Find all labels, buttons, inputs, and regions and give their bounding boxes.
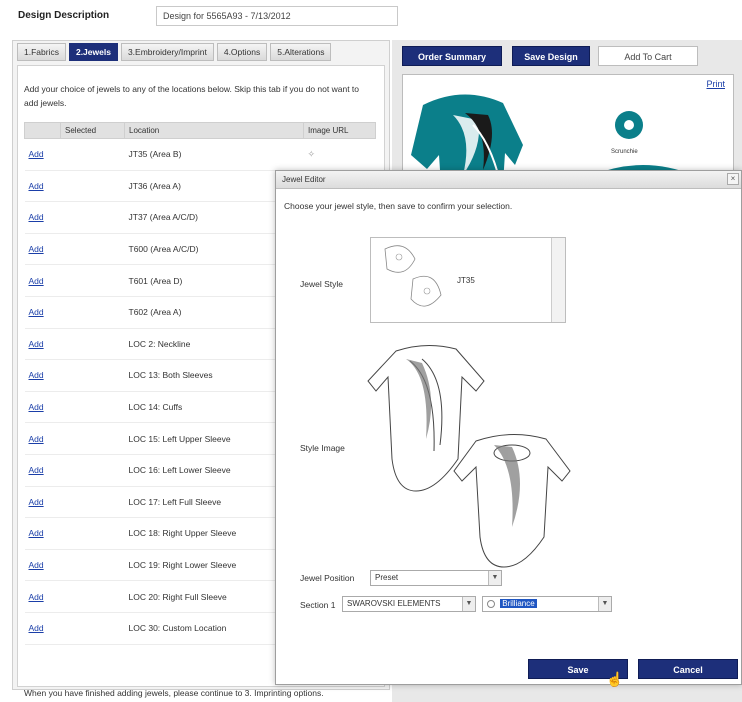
add-jewel-link[interactable]: Add [29,339,44,349]
jewel-position-select[interactable]: Preset ▼ [370,570,502,586]
selected-cell [60,264,125,297]
add-cell: Add [24,486,61,519]
stone-select[interactable]: Brilliance ▼ [482,596,612,612]
add-cell: Add [24,328,61,361]
chevron-down-icon: ▼ [598,597,611,611]
add-cell: Add [24,549,61,582]
jewel-position-label: Jewel Position [300,573,355,583]
tab-alterations[interactable]: 5.Alterations [270,43,332,61]
scrunchie-label: Scrunchie [611,149,638,155]
selected-cell [60,233,125,266]
image-url-cell: ✧ [303,138,376,171]
selected-cell [60,201,125,234]
tab-bar: 1.Fabrics 2.Jewels 3.Embroidery/Imprint … [17,43,332,63]
selected-cell [60,454,125,487]
save-design-button[interactable]: Save Design [512,46,590,66]
add-cell: Add [24,201,61,234]
selected-cell [60,359,125,392]
chevron-down-icon: ▼ [462,597,475,611]
column-header-action [24,122,61,139]
print-link[interactable]: Print [706,79,725,89]
section-label: Section 1 [300,600,336,610]
close-icon[interactable]: × [727,173,739,185]
gem-icon [487,599,495,608]
add-jewel-link[interactable]: Add [29,181,44,191]
selected-cell [60,549,125,582]
design-description-input[interactable]: Design for 5565A93 - 7/13/2012 [156,6,398,26]
table-header-row: Selected Location Image URL [24,122,376,139]
style-scrollbar[interactable] [551,238,565,322]
add-jewel-link[interactable]: Add [29,370,44,380]
selected-cell [60,422,125,455]
add-jewel-link[interactable]: Add [29,528,44,538]
jewel-style-label: Jewel Style [300,279,343,289]
modal-instructions: Choose your jewel style, then save to co… [284,201,513,211]
add-jewel-link[interactable]: Add [29,560,44,570]
jewel-style-thumbnail [384,245,442,307]
jewels-intro-text: Add your choice of jewels to any of the … [24,84,360,108]
add-jewel-link[interactable]: Add [29,434,44,444]
add-cell: Add [24,296,61,329]
location-cell: JT35 (Area B) [124,138,304,171]
add-jewel-link[interactable]: Add [29,276,44,286]
selected-cell [60,296,125,329]
order-summary-button[interactable]: Order Summary [402,46,502,66]
selected-cell [60,517,125,550]
add-jewel-link[interactable]: Add [29,623,44,633]
selected-cell [60,391,125,424]
jewel-style-selector[interactable]: JT35 [370,237,566,323]
add-cell: Add [24,264,61,297]
add-jewel-link[interactable]: Add [29,307,44,317]
column-header-image-url: Image URL [303,122,376,139]
add-cell: Add [24,517,61,550]
style-image-label: Style Image [300,443,345,453]
add-cell: Add [24,580,61,613]
add-jewel-link[interactable]: Add [29,149,44,159]
selected-cell [60,486,125,519]
add-cell: Add [24,422,61,455]
cancel-button[interactable]: Cancel [638,659,738,679]
add-jewel-link[interactable]: Add [29,592,44,602]
column-header-selected: Selected [60,122,125,139]
chevron-down-icon: ▼ [488,571,501,585]
add-jewel-link[interactable]: Add [29,465,44,475]
style-image [367,345,571,568]
selected-cell [60,612,125,645]
stone-value: Brilliance [500,599,537,608]
hand-cursor-icon: ☝ [606,671,624,687]
add-jewel-link[interactable]: Add [29,497,44,507]
section-select[interactable]: SWAROVSKI ELEMENTS ▼ [342,596,476,612]
tab-embroidery-imprint[interactable]: 3.Embroidery/Imprint [120,43,214,61]
add-cell: Add [24,233,61,266]
tab-options[interactable]: 4.Options [216,43,268,61]
jewel-thumbnail-icon: ✧ [307,149,316,160]
add-to-cart-button[interactable]: Add To Cart [598,46,698,66]
add-cell: Add [24,612,61,645]
tab-jewels[interactable]: 2.Jewels [68,43,118,61]
add-jewel-link[interactable]: Add [29,244,44,254]
selected-cell [60,170,125,203]
add-jewel-link[interactable]: Add [29,402,44,412]
jewel-editor-modal: Jewel Editor × Choose your jewel style, … [275,170,742,687]
add-cell: Add [24,359,61,392]
add-cell: Add [24,391,61,424]
selected-cell [60,138,125,171]
add-cell: Add [24,454,61,487]
tab-fabrics[interactable]: 1.Fabrics [17,43,66,61]
section-value: SWAROVSKI ELEMENTS [347,599,441,608]
jewel-style-code: JT35 [457,276,475,285]
design-description-label: Design Description [18,10,110,21]
add-jewel-link[interactable]: Add [29,212,44,222]
design-description-row: Design Description Design for 5565A93 - … [18,6,738,26]
table-row: Add JT35 (Area B) ✧ [24,138,376,171]
add-cell: Add [24,138,61,171]
jewel-position-value: Preset [375,573,399,582]
column-header-location: Location [124,122,304,139]
add-cell: Add [24,170,61,203]
modal-title: Jewel Editor [276,171,741,189]
selected-cell [60,580,125,613]
selected-cell [60,328,125,361]
jewels-footer-text: When you have finished adding jewels, pl… [24,688,324,698]
